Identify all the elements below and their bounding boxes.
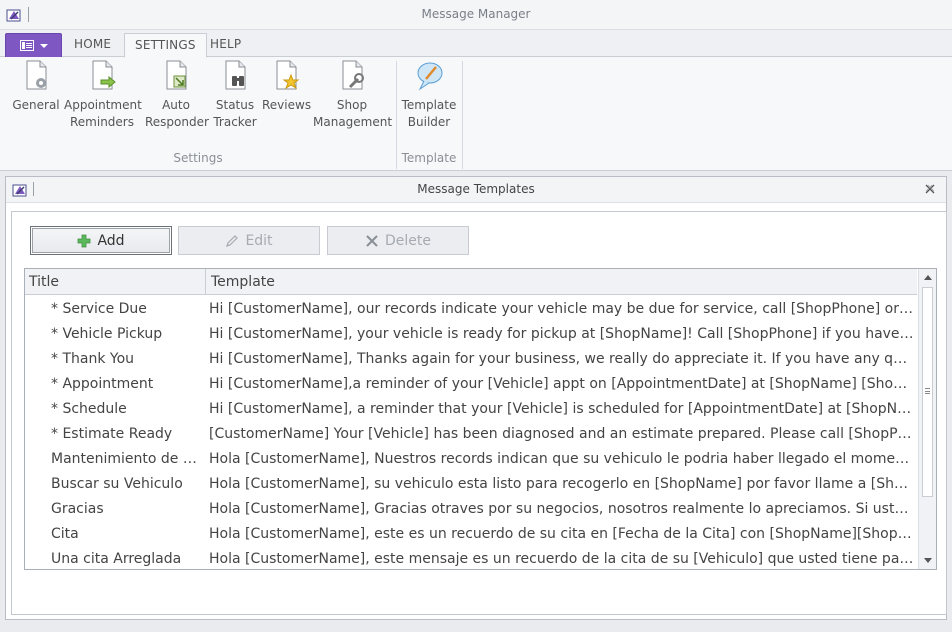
auto-responder-label-2: Responder	[145, 115, 209, 129]
row-template-cell: Hola [CustomerName], Nuestros records in…	[209, 451, 914, 467]
row-title-cell: Una cita Arreglada	[51, 551, 182, 567]
reviews-label: Reviews	[262, 98, 312, 112]
table-row[interactable]: * Appointment Hi [CustomerName],a reminde…	[25, 373, 917, 398]
grid-rows: * Service Due Hi [CustomerName], our reco…	[25, 298, 917, 569]
row-template-cell: Hola [CustomerName], este es un recuerdo…	[209, 526, 914, 542]
ribbon-group-separator	[462, 61, 463, 169]
row-template-cell: Hola [CustomerName], Gracias otraves por…	[209, 501, 914, 517]
gear-document-icon	[26, 60, 47, 90]
add-label: Add	[97, 232, 125, 249]
table-row[interactable]: * Schedule Hi [CustomerName], a reminder …	[25, 398, 917, 423]
row-template-cell: Hi [CustomerName], your vehicle is ready…	[209, 326, 914, 342]
group-label-settings: Settings	[173, 151, 223, 165]
template-builder-label-1: Template	[401, 98, 457, 112]
grid-header: Title Template	[25, 269, 917, 295]
delete-label: Delete	[385, 232, 431, 249]
appointment-reminders-label-2: Reminders	[70, 115, 134, 129]
row-title-cell: * Appointment	[51, 376, 154, 392]
appointment-reminders-button[interactable]: Appointment Reminders	[64, 59, 142, 131]
column-header-template[interactable]: Template	[211, 274, 275, 290]
row-title-cell: Mantenimiento de el vehiculo	[51, 451, 205, 467]
close-icon[interactable]	[924, 183, 936, 195]
ribbon-panel: General Appointment Reminders Auto Respo…	[0, 57, 952, 171]
table-row[interactable]: Gracias Hola [CustomerName], Gracias otra…	[25, 498, 917, 523]
edit-button[interactable]: Edit	[178, 226, 320, 255]
plus-icon	[78, 234, 91, 247]
table-row[interactable]: Una cita Arreglada Hola [CustomerName], e…	[25, 548, 917, 569]
shop-management-button[interactable]: Shop Management	[313, 59, 393, 131]
reply-document-icon	[166, 60, 187, 90]
row-template-cell: [CustomerName] Your [Vehicle] has been d…	[209, 426, 914, 442]
vertical-scrollbar[interactable]	[918, 269, 936, 569]
general-label: General	[12, 98, 60, 112]
table-row[interactable]: Mantenimiento de el vehiculoHola [Custom…	[25, 448, 917, 473]
add-button[interactable]: Add	[30, 226, 172, 255]
templates-grid: Title Template * Service Due Hi [Customer…	[24, 268, 937, 570]
speech-bubble-icon	[417, 62, 443, 91]
shop-management-label-1: Shop	[336, 98, 368, 112]
inner-title-bar: Message Templates	[6, 177, 946, 203]
pencil-icon	[226, 234, 239, 247]
grip-icon	[925, 388, 930, 394]
row-template-cell: Hi [CustomerName], our records indicate …	[209, 301, 914, 317]
delete-button[interactable]: Delete	[327, 226, 469, 255]
title-bar: Message Manager	[0, 0, 952, 30]
table-row[interactable]: Cita Hola [CustomerName], este es un recu…	[25, 523, 917, 548]
template-builder-label-2: Builder	[407, 115, 451, 129]
status-tracker-button[interactable]: Status Tracker	[212, 59, 258, 131]
chevron-down-icon	[39, 43, 48, 48]
scroll-down-arrow-icon[interactable]	[924, 558, 932, 563]
table-row[interactable]: * Estimate Ready [CustomerName] Your [Veh…	[25, 423, 917, 448]
tab-home[interactable]: HOME	[64, 33, 121, 57]
column-divider[interactable]	[205, 269, 206, 295]
auto-responder-button[interactable]: Auto Responder	[145, 59, 209, 131]
group-label-template: Template	[401, 151, 457, 165]
row-template-cell: Hola [CustomerName], este mensaje es un …	[209, 551, 914, 567]
star-document-icon	[276, 60, 300, 90]
row-template-cell: Hi [CustomerName], a reminder that your …	[209, 401, 914, 417]
template-builder-button[interactable]: Template Builder	[401, 59, 457, 131]
table-row[interactable]: * Service Due Hi [CustomerName], our reco…	[25, 298, 917, 323]
arrow-document-icon	[92, 60, 116, 90]
templates-panel: Add Edit Delete Title Template * Service…	[11, 211, 947, 615]
binoculars-document-icon	[225, 60, 246, 90]
status-tracker-label-1: Status	[215, 98, 255, 112]
auto-responder-label-1: Auto	[162, 98, 190, 112]
tab-settings[interactable]: SETTINGS	[124, 33, 207, 58]
row-title-cell: Cita	[51, 526, 79, 542]
reviews-button[interactable]: Reviews	[262, 59, 312, 114]
general-button[interactable]: General	[12, 59, 60, 114]
delete-x-icon	[366, 234, 378, 247]
table-row[interactable]: * Vehicle Pickup Hi [CustomerName], your …	[25, 323, 917, 348]
row-title-cell: * Thank You	[51, 351, 135, 367]
scrollbar-thumb[interactable]	[922, 287, 933, 497]
application-menu-button[interactable]	[5, 33, 62, 57]
column-header-title[interactable]: Title	[29, 274, 59, 290]
row-template-cell: Hi [CustomerName], Thanks again for your…	[209, 351, 914, 367]
message-templates-window: Message Templates Add Edit Delete Title …	[5, 176, 947, 620]
window-title: Message Manager	[421, 7, 531, 21]
row-title-cell: * Vehicle Pickup	[51, 326, 163, 342]
dialog-title: Message Templates	[417, 182, 535, 196]
status-tracker-label-2: Tracker	[213, 115, 257, 129]
row-template-cell: Hola [CustomerName], su vehiculo esta li…	[209, 476, 914, 492]
shop-management-label-2: Management	[313, 115, 393, 129]
row-title-cell: Gracias	[51, 501, 104, 517]
row-title-cell: * Schedule	[51, 401, 127, 417]
wrench-document-icon	[342, 60, 364, 90]
menu-list-icon	[19, 40, 34, 51]
table-row[interactable]: * Thank You Hi [CustomerName], Thanks aga…	[25, 348, 917, 373]
tab-help[interactable]: HELP	[200, 33, 251, 57]
row-title-cell: * Estimate Ready	[51, 426, 173, 442]
ribbon-tabs: HOME SETTINGS HELP	[0, 30, 952, 58]
table-row[interactable]: Buscar su Vehiculo Hola [CustomerName], s…	[25, 473, 917, 498]
row-title-cell: * Service Due	[51, 301, 147, 317]
row-title-cell: Buscar su Vehiculo	[51, 476, 183, 492]
appointment-reminders-label-1: Appointment	[64, 98, 142, 112]
scroll-up-arrow-icon[interactable]	[924, 275, 932, 280]
row-template-cell: Hi [CustomerName],a reminder of your [Ve…	[209, 376, 914, 392]
edit-label: Edit	[245, 232, 273, 249]
